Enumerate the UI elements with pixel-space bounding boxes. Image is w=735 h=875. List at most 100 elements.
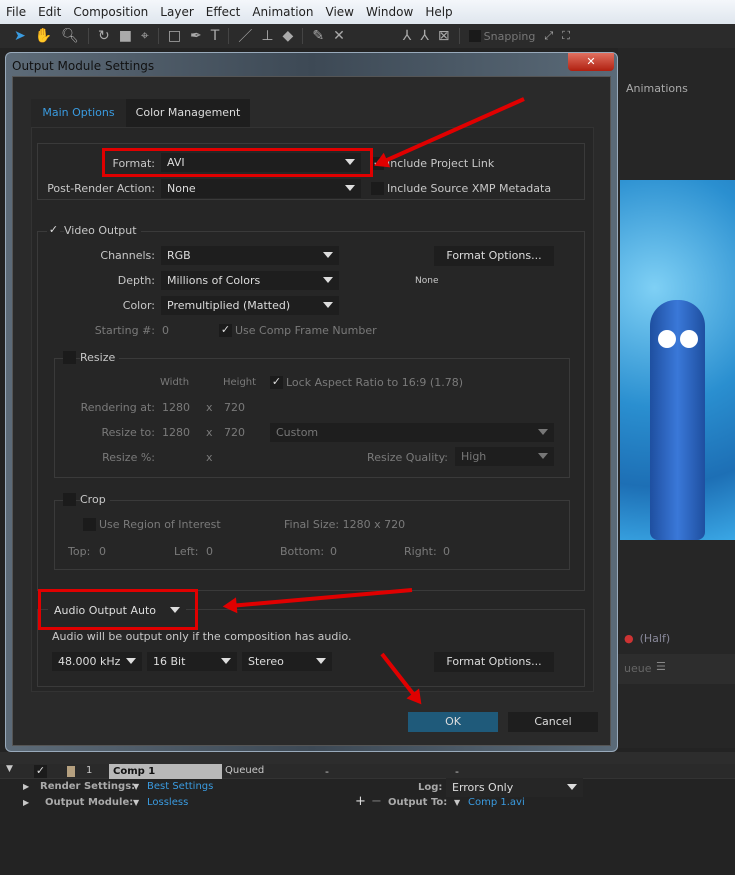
video-output-checkbox[interactable]: ✓ <box>47 224 60 237</box>
height-header: Height <box>223 377 257 388</box>
composition-preview <box>620 180 735 540</box>
text-tool-icon[interactable]: T <box>211 28 220 44</box>
use-comp-frame-checkbox[interactable]: ✓ <box>219 324 232 337</box>
crop-label: Crop <box>80 493 110 506</box>
cancel-button[interactable]: Cancel <box>508 712 598 732</box>
resize-quality-dropdown[interactable]: High <box>455 447 554 466</box>
zoom-tool-icon[interactable]: 🔍︎ <box>61 28 79 44</box>
panel-menu-icon[interactable]: ☰ <box>656 660 666 673</box>
eraser-tool-icon[interactable]: ◆ <box>283 28 294 44</box>
snapping-checkbox[interactable] <box>468 30 481 42</box>
depth-dropdown[interactable]: Millions of Colors <box>161 271 339 290</box>
resize-checkbox[interactable] <box>63 351 76 364</box>
view-axis-icon[interactable]: ⊠ <box>438 28 450 44</box>
resize-percent-x: x <box>206 451 213 464</box>
sample-rate-dropdown[interactable]: 48.000 kHz <box>52 652 142 671</box>
roto-brush-tool-icon[interactable]: ✎ <box>312 28 324 44</box>
post-render-dropdown[interactable]: None <box>161 179 361 198</box>
render-settings-expand-icon[interactable]: ▶ <box>23 782 29 791</box>
menu-layer[interactable]: Layer <box>160 5 193 19</box>
color-label: Color: <box>122 299 155 312</box>
add-output-module-icon[interactable]: + <box>355 794 366 809</box>
resize-height[interactable]: 720 <box>224 426 245 439</box>
crop-bottom-value[interactable]: 0 <box>330 545 337 558</box>
hand-tool-icon[interactable]: ✋ <box>35 28 52 44</box>
bit-depth-dropdown[interactable]: 16 Bit <box>147 652 237 671</box>
audio-format-options-button[interactable]: Format Options... <box>434 652 554 672</box>
resize-preset-dropdown[interactable]: Custom <box>270 423 554 442</box>
menu-help[interactable]: Help <box>425 5 452 19</box>
item-number: 1 <box>86 765 93 776</box>
menu-view[interactable]: View <box>326 5 354 19</box>
audio-channels-dropdown[interactable]: Stereo <box>242 652 332 671</box>
resize-to-label: Resize to: <box>101 426 156 439</box>
comp-name[interactable]: Comp 1 <box>109 764 222 779</box>
lock-aspect-label: Lock Aspect Ratio to 16:9 (1.78) <box>286 376 463 389</box>
camera-tool-icon[interactable]: ■ <box>119 28 132 44</box>
remove-output-module-icon[interactable]: − <box>371 794 382 809</box>
channels-dropdown[interactable]: RGB <box>161 246 339 265</box>
menu-composition[interactable]: Composition <box>73 5 148 19</box>
pan-behind-tool-icon[interactable]: ⌖ <box>141 28 149 44</box>
snap-edges-icon[interactable]: ⤢ <box>544 29 553 43</box>
output-module-link[interactable]: Lossless <box>147 797 188 808</box>
menu-window[interactable]: Window <box>366 5 413 19</box>
rectangle-tool-icon[interactable]: □ <box>168 28 181 44</box>
status: Queued <box>225 765 265 776</box>
output-module-dropdown-icon[interactable]: ▼ <box>133 798 139 807</box>
menu-file[interactable]: File <box>6 5 26 19</box>
brush-tool-icon[interactable]: ／ <box>238 26 252 46</box>
color-dropdown[interactable]: Premultiplied (Matted) <box>161 296 339 315</box>
render-queue-tab[interactable]: ueue <box>624 662 651 675</box>
stamp-tool-icon[interactable]: ⊥ <box>261 28 273 44</box>
label-color-swatch[interactable] <box>67 766 75 777</box>
render-settings-dropdown-icon[interactable]: ▼ <box>133 782 139 791</box>
render-checkbox[interactable]: ✓ <box>34 765 47 778</box>
include-xmp-label: Include Source XMP Metadata <box>387 182 552 195</box>
render-settings-link[interactable]: Best Settings <box>147 781 213 792</box>
menu-edit[interactable]: Edit <box>38 5 61 19</box>
width-header: Width <box>160 377 190 388</box>
tab-main-options[interactable]: Main Options <box>31 99 126 127</box>
resize-label: Resize <box>80 351 120 364</box>
crop-right-value[interactable]: 0 <box>443 545 450 558</box>
output-to-dropdown-icon[interactable]: ▼ <box>454 798 460 807</box>
crop-top-value[interactable]: 0 <box>99 545 106 558</box>
close-button[interactable]: ✕ <box>568 53 614 71</box>
dialog-title: Output Module Settings <box>12 59 155 73</box>
include-project-link-label: Include Project Link <box>387 157 495 170</box>
use-roi-checkbox[interactable] <box>83 518 96 531</box>
animations-tab[interactable]: Animations <box>626 82 688 95</box>
ok-button[interactable]: OK <box>408 712 498 732</box>
snapping-label: Snapping <box>483 29 536 43</box>
include-xmp-checkbox[interactable] <box>371 182 384 195</box>
character-eyes <box>658 330 698 348</box>
color-channels-icon[interactable]: ● <box>624 632 634 645</box>
viewer-controls: ● (Half) <box>618 626 735 650</box>
local-axis-icon[interactable]: ⅄ <box>403 28 412 44</box>
rotate-tool-icon[interactable]: ↻ <box>98 28 110 44</box>
puppet-tool-icon[interactable]: ✕ <box>333 28 345 44</box>
crop-left-value[interactable]: 0 <box>206 545 213 558</box>
render-queue-item-row[interactable]: ▼ ✓ 1 Comp 1 Queued - - <box>0 764 735 779</box>
resize-width[interactable]: 1280 <box>162 426 190 439</box>
menu-effect[interactable]: Effect <box>206 5 241 19</box>
rendering-x: x <box>206 401 213 414</box>
pen-tool-icon[interactable]: ✒ <box>190 28 202 44</box>
tab-color-management[interactable]: Color Management <box>126 99 250 127</box>
output-module-expand-icon[interactable]: ▶ <box>23 798 29 807</box>
log-dropdown[interactable]: Errors Only <box>446 778 583 797</box>
render-queue-tab-area: ueue ☰ <box>618 654 735 684</box>
lock-aspect-checkbox[interactable]: ✓ <box>270 376 283 389</box>
video-format-options-button[interactable]: Format Options... <box>434 246 554 266</box>
selection-tool-icon[interactable]: ➤ <box>14 28 26 44</box>
world-axis-icon[interactable]: ⅄ <box>420 28 429 44</box>
output-to-link[interactable]: Comp 1.avi <box>468 797 525 808</box>
crop-group <box>54 500 570 570</box>
menu-animation[interactable]: Animation <box>252 5 313 19</box>
crop-checkbox[interactable] <box>63 493 76 506</box>
snap-features-icon[interactable]: ⛶ <box>562 29 570 43</box>
resolution-dropdown[interactable]: (Half) <box>640 632 671 645</box>
expand-triangle-icon[interactable]: ▼ <box>6 764 13 774</box>
composition-panel: Animations ● (Half) ueue ☰ <box>618 48 735 748</box>
